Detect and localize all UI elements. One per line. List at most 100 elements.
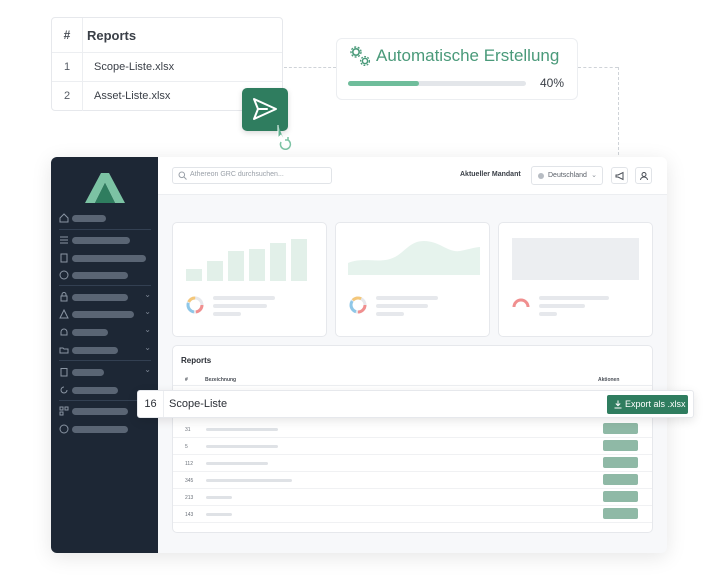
sidebar-item[interactable]: ⌄ — [59, 325, 151, 337]
placeholder-line — [206, 496, 232, 499]
row-action-button[interactable] — [603, 474, 638, 485]
table-header: # Bezeichnung Aktionen — [173, 374, 652, 386]
placeholder-line — [539, 304, 585, 308]
table-row[interactable]: 143 — [173, 506, 652, 523]
mandant-value: Deutschland — [548, 172, 587, 179]
progress-fill — [348, 81, 420, 86]
panel-title: Reports — [181, 356, 212, 365]
row-id: 213 — [185, 495, 194, 501]
column-bezeichnung: Bezeichnung — [205, 377, 237, 383]
table-row[interactable]: 213 — [173, 489, 652, 506]
list-icon — [60, 236, 68, 244]
column-hash: # — [52, 18, 83, 52]
placeholder-line — [539, 296, 609, 300]
column-aktionen: Aktionen — [598, 377, 620, 383]
sidebar-item-label — [72, 347, 118, 354]
file-name: Asset-Liste.xlsx — [94, 90, 171, 102]
chevron-down-icon: ⌄ — [591, 172, 597, 179]
chevron-down-icon: ⌄ — [144, 325, 151, 334]
table-row[interactable]: 31 — [173, 421, 652, 438]
announcements-button[interactable] — [611, 167, 628, 184]
chevron-down-icon: ⌄ — [144, 307, 151, 316]
mandant-select[interactable]: Deutschland ⌄ — [531, 166, 603, 185]
sidebar-item[interactable]: ⌄ — [59, 365, 151, 377]
dashboard-widget — [498, 222, 653, 337]
lock-icon — [60, 292, 68, 302]
sidebar-item[interactable]: ⌄ — [59, 307, 151, 319]
placeholder-line — [213, 296, 275, 300]
row-action-button[interactable] — [603, 440, 638, 451]
row-number: 16 — [138, 391, 164, 417]
reports-panel: Reports # Bezeichnung Aktionen 31 5 112 … — [172, 345, 653, 533]
sidebar-item[interactable] — [59, 253, 151, 263]
info-icon — [59, 270, 69, 280]
placeholder-line — [539, 312, 557, 316]
sidebar-item-label — [72, 311, 134, 318]
status-dot — [538, 173, 544, 179]
placeholder-line — [213, 304, 267, 308]
search-input[interactable]: Athereon GRC durchsuchen... — [172, 167, 332, 184]
sidebar-item-label — [72, 387, 118, 394]
reports-card-header: # Reports — [52, 18, 282, 53]
table-row[interactable]: 1 Scope-Liste.xlsx — [52, 53, 282, 82]
row-action-button[interactable] — [603, 508, 638, 519]
table-row[interactable]: 5 — [173, 438, 652, 455]
cursor-click-icon — [277, 125, 292, 151]
megaphone-icon — [615, 171, 624, 181]
row-action-button[interactable] — [603, 491, 638, 502]
sidebar-item[interactable] — [59, 424, 151, 434]
report-name: Scope-Liste — [169, 398, 228, 410]
automation-card: Automatische Erstellung 40% — [336, 38, 578, 100]
connector-line — [284, 67, 336, 68]
refresh-icon — [60, 386, 68, 394]
sidebar-item[interactable]: ⌄ — [59, 290, 151, 302]
placeholder-line — [206, 428, 278, 431]
sidebar-item[interactable]: ⌄ — [59, 343, 151, 355]
column-reports: Reports — [87, 28, 137, 43]
sidebar-item-label — [72, 237, 130, 244]
divider — [59, 360, 151, 361]
user-button[interactable] — [635, 167, 652, 184]
sidebar-item[interactable] — [59, 270, 151, 280]
highlighted-report-row[interactable]: 16 Scope-Liste Export als .xlsx — [137, 390, 694, 418]
divider — [59, 285, 151, 286]
file-name: Scope-Liste.xlsx — [94, 61, 175, 73]
sidebar-item-label — [72, 272, 128, 279]
gears-icon — [350, 46, 371, 67]
sidebar-item-label — [72, 255, 146, 262]
help-icon — [59, 424, 69, 434]
sidebar-item-home[interactable] — [59, 213, 151, 223]
download-icon — [614, 400, 622, 409]
search-icon — [178, 171, 187, 180]
brand-logo — [85, 173, 125, 203]
chevron-down-icon: ⌄ — [144, 343, 151, 352]
bar-chart-graphic — [186, 239, 307, 281]
export-xlsx-button[interactable]: Export als .xlsx — [607, 395, 688, 414]
row-id: 143 — [185, 512, 194, 518]
table-row[interactable]: 345 — [173, 472, 652, 489]
row-action-button[interactable] — [603, 457, 638, 468]
divider — [59, 229, 151, 230]
paper-plane-icon — [253, 98, 277, 120]
placeholder-line — [206, 513, 232, 516]
sidebar-item-label — [72, 294, 128, 301]
progress-label: 40% — [540, 76, 565, 90]
export-label: Export als .xlsx — [625, 399, 686, 409]
sidebar-item[interactable] — [59, 235, 151, 245]
placeholder-line — [206, 445, 278, 448]
donut-chart-graphic — [349, 296, 367, 314]
topbar: Athereon GRC durchsuchen... Aktueller Ma… — [158, 157, 667, 195]
sidebar-item-label — [72, 369, 104, 376]
chevron-down-icon: ⌄ — [144, 290, 151, 299]
document-icon — [60, 253, 68, 263]
table-row[interactable]: 112 — [173, 455, 652, 472]
column-hash: # — [185, 377, 188, 383]
grid-icon — [59, 406, 69, 416]
placeholder-line — [376, 296, 438, 300]
mandant-label: Aktueller Mandant — [460, 171, 521, 178]
row-number: 1 — [52, 53, 83, 81]
area-chart-graphic — [348, 241, 480, 275]
sidebar-item-label — [72, 329, 108, 336]
row-action-button[interactable] — [603, 423, 638, 434]
row-id: 31 — [185, 427, 191, 433]
